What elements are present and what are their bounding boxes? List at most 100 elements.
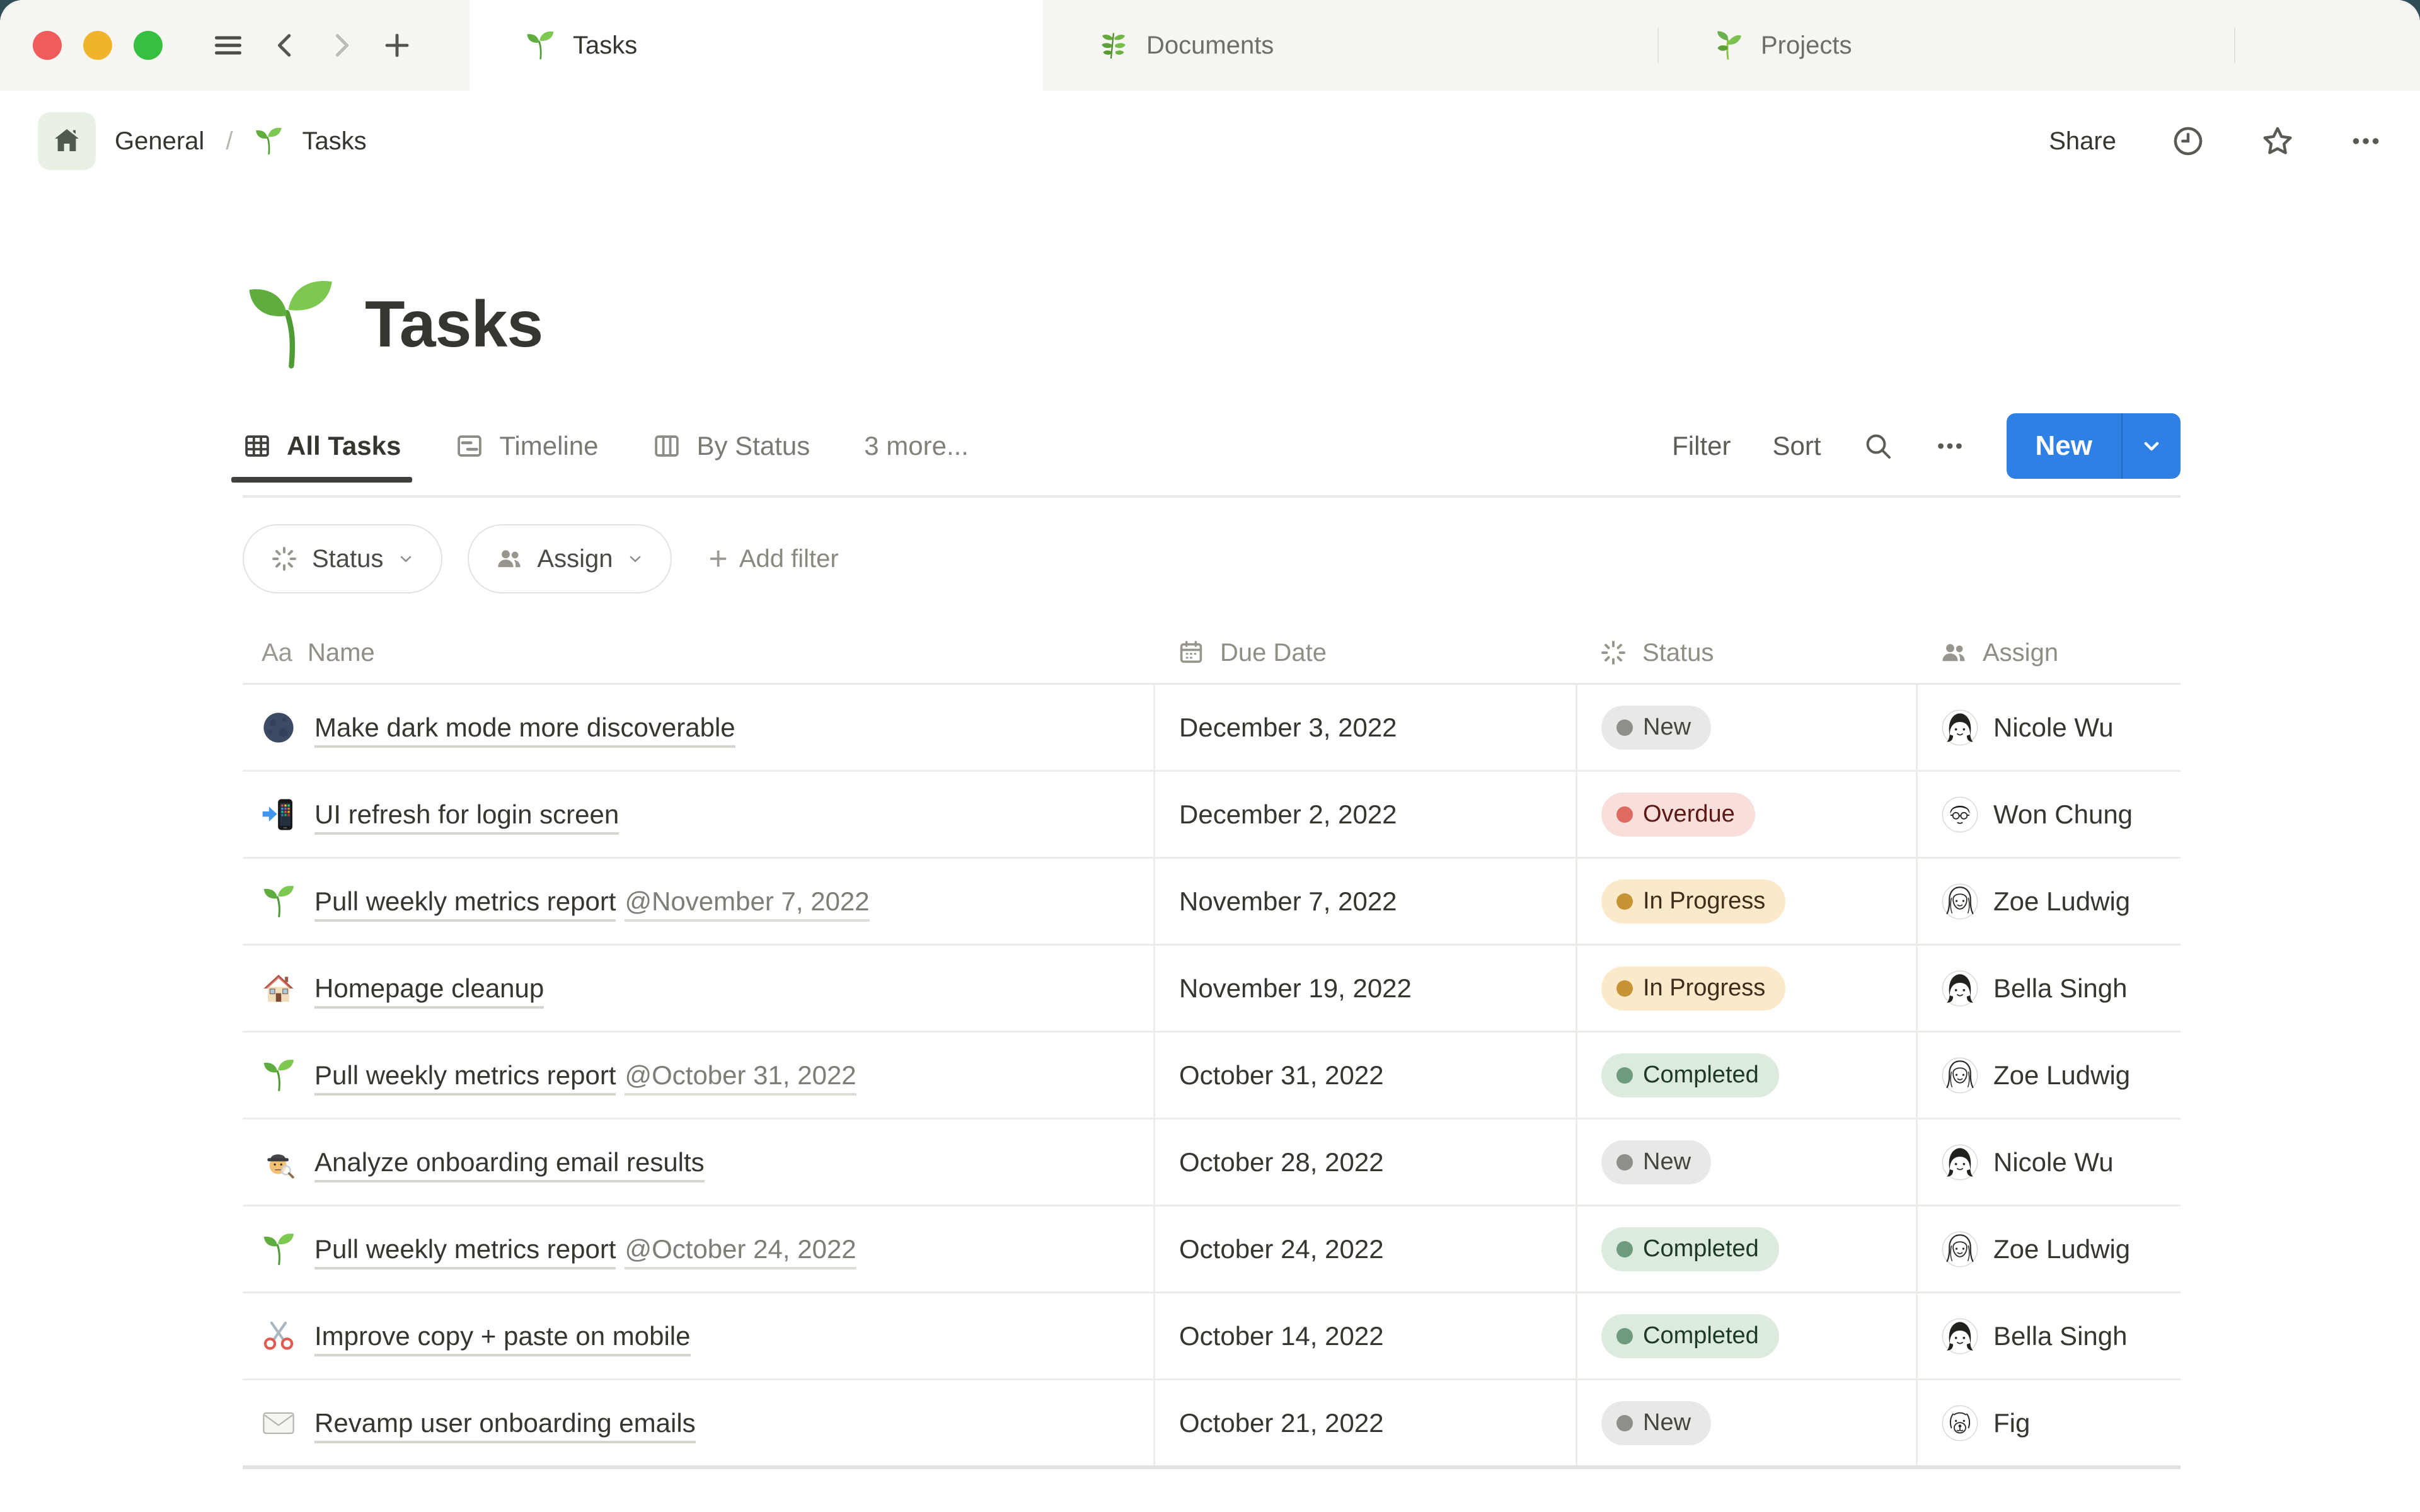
- task-link[interactable]: Make dark mode more discoverable: [314, 712, 735, 748]
- add-filter-button[interactable]: + Add filter: [708, 542, 838, 575]
- status-badge[interactable]: In Progress: [1601, 966, 1786, 1011]
- view-options-icon[interactable]: [1935, 431, 1965, 461]
- task-link[interactable]: Pull weekly metrics report @November 7, 2…: [314, 886, 870, 922]
- more-options-icon[interactable]: [2349, 125, 2382, 158]
- new-dropdown-button[interactable]: [2121, 413, 2181, 479]
- assign-cell[interactable]: Bella Singh: [1916, 946, 2181, 1031]
- status-badge[interactable]: Completed: [1601, 1314, 1779, 1358]
- name-cell[interactable]: Pull weekly metrics report @November 7, 2…: [243, 859, 1153, 944]
- status-cell[interactable]: In Progress: [1576, 859, 1916, 944]
- task-link[interactable]: Analyze onboarding email results: [314, 1147, 705, 1183]
- table-row[interactable]: UI refresh for login screen December 2, …: [243, 772, 2181, 859]
- status-badge[interactable]: Overdue: [1601, 792, 1755, 837]
- assign-cell[interactable]: Zoe Ludwig: [1916, 1206, 2181, 1292]
- assign-filter-chip[interactable]: Assign: [468, 524, 672, 593]
- task-link[interactable]: Revamp user onboarding emails: [314, 1407, 696, 1443]
- tab-tasks[interactable]: Tasks: [470, 0, 1043, 91]
- view-tab-all-tasks[interactable]: All Tasks: [231, 431, 413, 483]
- name-cell[interactable]: UI refresh for login screen: [243, 772, 1153, 857]
- history-icon[interactable]: [2170, 123, 2206, 159]
- name-cell[interactable]: Make dark mode more discoverable: [243, 685, 1153, 770]
- task-link[interactable]: Pull weekly metrics report @October 24, 2…: [314, 1234, 856, 1269]
- more-views-button[interactable]: 3 more...: [864, 431, 969, 461]
- column-header-status[interactable]: Status: [1576, 622, 1916, 683]
- sort-button[interactable]: Sort: [1772, 431, 1821, 461]
- status-badge[interactable]: New: [1601, 705, 1712, 750]
- due-date-cell[interactable]: October 14, 2022: [1153, 1293, 1576, 1378]
- status-badge[interactable]: New: [1601, 1140, 1712, 1184]
- status-cell[interactable]: New: [1576, 1120, 1916, 1205]
- assign-cell[interactable]: Zoe Ludwig: [1916, 859, 2181, 944]
- close-button[interactable]: [33, 31, 62, 60]
- task-link[interactable]: Pull weekly metrics report @October 31, 2…: [314, 1060, 856, 1096]
- menu-icon[interactable]: [212, 29, 245, 62]
- status-badge[interactable]: In Progress: [1601, 879, 1786, 924]
- filter-button[interactable]: Filter: [1672, 431, 1731, 461]
- table-row[interactable]: Revamp user onboarding emails October 21…: [243, 1380, 2181, 1469]
- tab-documents[interactable]: Documents: [1043, 0, 1657, 91]
- due-date-cell[interactable]: November 19, 2022: [1153, 946, 1576, 1031]
- status-cell[interactable]: In Progress: [1576, 946, 1916, 1031]
- name-cell[interactable]: Pull weekly metrics report @October 24, 2…: [243, 1206, 1153, 1292]
- due-date-cell[interactable]: December 2, 2022: [1153, 772, 1576, 857]
- new-tab-icon[interactable]: [382, 30, 412, 60]
- due-date-cell[interactable]: December 3, 2022: [1153, 685, 1576, 770]
- table-row[interactable]: Pull weekly metrics report @October 24, 2…: [243, 1206, 2181, 1293]
- name-cell[interactable]: Revamp user onboarding emails: [243, 1380, 1153, 1465]
- name-cell[interactable]: Improve copy + paste on mobile: [243, 1293, 1153, 1378]
- home-chip[interactable]: [38, 112, 96, 170]
- page-title[interactable]: Tasks: [365, 287, 543, 362]
- forward-icon[interactable]: [326, 31, 355, 60]
- task-link[interactable]: Improve copy + paste on mobile: [314, 1320, 691, 1356]
- table-row[interactable]: Improve copy + paste on mobile October 1…: [243, 1293, 2181, 1380]
- task-link[interactable]: Homepage cleanup: [314, 973, 544, 1009]
- status-cell[interactable]: Completed: [1576, 1293, 1916, 1378]
- status-cell[interactable]: New: [1576, 685, 1916, 770]
- assign-cell[interactable]: Won Chung: [1916, 772, 2181, 857]
- table-row[interactable]: Homepage cleanup November 19, 2022 In Pr…: [243, 946, 2181, 1033]
- task-link[interactable]: UI refresh for login screen: [314, 799, 619, 835]
- name-cell[interactable]: Homepage cleanup: [243, 946, 1153, 1031]
- status-badge[interactable]: Completed: [1601, 1053, 1779, 1097]
- favorite-star-icon[interactable]: [2260, 123, 2295, 159]
- chevron-down-icon: [397, 550, 415, 568]
- table-row[interactable]: Pull weekly metrics report @November 7, 2…: [243, 859, 2181, 946]
- name-cell[interactable]: Analyze onboarding email results: [243, 1120, 1153, 1205]
- page-icon-seedling[interactable]: [243, 277, 337, 372]
- view-tab-timeline[interactable]: Timeline: [455, 431, 598, 461]
- table-row[interactable]: Analyze onboarding email results October…: [243, 1120, 2181, 1206]
- new-button[interactable]: New: [2007, 413, 2121, 479]
- due-date-cell[interactable]: October 31, 2022: [1153, 1033, 1576, 1118]
- status-cell[interactable]: Completed: [1576, 1033, 1916, 1118]
- breadcrumb-root[interactable]: General: [115, 127, 204, 156]
- status-badge[interactable]: Completed: [1601, 1227, 1779, 1271]
- assign-cell[interactable]: Zoe Ludwig: [1916, 1033, 2181, 1118]
- back-icon[interactable]: [271, 31, 300, 60]
- assign-cell[interactable]: Nicole Wu: [1916, 685, 2181, 770]
- table-row[interactable]: Pull weekly metrics report @October 31, 2…: [243, 1033, 2181, 1120]
- share-button[interactable]: Share: [2049, 127, 2116, 156]
- table-row[interactable]: Make dark mode more discoverable Decembe…: [243, 685, 2181, 772]
- minimize-button[interactable]: [83, 31, 112, 60]
- status-cell[interactable]: New: [1576, 1380, 1916, 1465]
- assign-cell[interactable]: Bella Singh: [1916, 1293, 2181, 1378]
- name-cell[interactable]: Pull weekly metrics report @October 31, 2…: [243, 1033, 1153, 1118]
- status-filter-chip[interactable]: Status: [243, 524, 443, 593]
- breadcrumb-current[interactable]: Tasks: [302, 127, 366, 156]
- due-date-cell[interactable]: October 24, 2022: [1153, 1206, 1576, 1292]
- search-icon[interactable]: [1863, 431, 1893, 461]
- status-cell[interactable]: Overdue: [1576, 772, 1916, 857]
- due-date-cell[interactable]: October 28, 2022: [1153, 1120, 1576, 1205]
- status-badge[interactable]: New: [1601, 1400, 1712, 1445]
- column-header-name[interactable]: Aa Name: [243, 622, 1153, 683]
- column-header-due-date[interactable]: Due Date: [1153, 622, 1576, 683]
- column-header-assign[interactable]: Assign: [1916, 622, 2181, 683]
- assign-cell[interactable]: Nicole Wu: [1916, 1120, 2181, 1205]
- due-date-cell[interactable]: October 21, 2022: [1153, 1380, 1576, 1465]
- view-tab-by-status[interactable]: By Status: [652, 431, 810, 461]
- tab-projects[interactable]: Projects: [1657, 0, 2234, 91]
- zoom-button[interactable]: [134, 31, 163, 60]
- due-date-cell[interactable]: November 7, 2022: [1153, 859, 1576, 944]
- status-cell[interactable]: Completed: [1576, 1206, 1916, 1292]
- assign-cell[interactable]: Fig: [1916, 1380, 2181, 1465]
